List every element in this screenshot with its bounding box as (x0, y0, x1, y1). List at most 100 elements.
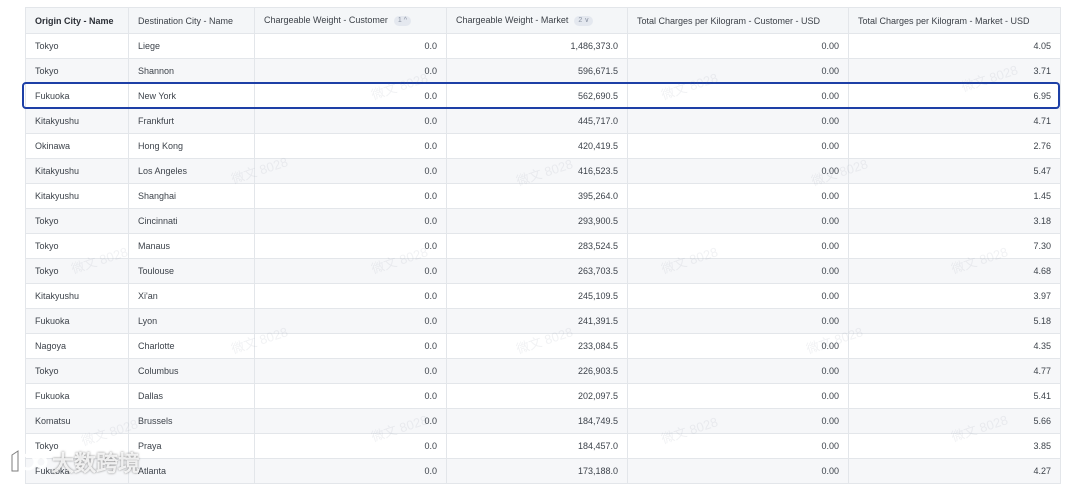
charges-per-kg-market-cell: 4.77 (848, 358, 1061, 384)
origin-city-cell: Komatsu (25, 408, 129, 434)
table-row[interactable]: Fukuoka Dallas 0.0 202,097.5 0.00 5.41 (25, 383, 1061, 409)
chargeable-weight-market-cell: 420,419.5 (446, 133, 628, 159)
table-row[interactable]: Fukuoka Lyon 0.0 241,391.5 0.00 5.18 (25, 308, 1061, 334)
column-header-origin-city[interactable]: Origin City - Name (25, 7, 129, 34)
chargeable-weight-market-cell: 283,524.5 (446, 233, 628, 259)
chargeable-weight-customer-cell: 0.0 (254, 158, 447, 184)
charges-per-kg-market-cell: 4.27 (848, 458, 1061, 484)
chargeable-weight-customer-cell: 0.0 (254, 108, 447, 134)
charges-per-kg-market-cell: 4.05 (848, 33, 1061, 59)
charges-per-kg-market-cell: 5.66 (848, 408, 1061, 434)
origin-city-cell: Tokyo (25, 258, 129, 284)
chargeable-weight-customer-cell: 0.0 (254, 283, 447, 309)
origin-city-cell: Tokyo (25, 33, 129, 59)
table-row[interactable]: Fukuoka New York 0.0 562,690.5 0.00 6.95 (25, 83, 1061, 109)
chargeable-weight-market-cell: 241,391.5 (446, 308, 628, 334)
table-row[interactable]: Tokyo Columbus 0.0 226,903.5 0.00 4.77 (25, 358, 1061, 384)
chargeable-weight-market-cell: 562,690.5 (446, 83, 628, 109)
origin-city-cell: Kitakyushu (25, 108, 129, 134)
charges-per-kg-customer-cell: 0.00 (627, 183, 849, 209)
table-row[interactable]: Tokyo Toulouse 0.0 263,703.5 0.00 4.68 (25, 258, 1061, 284)
charges-per-kg-customer-cell: 0.00 (627, 408, 849, 434)
charges-per-kg-market-cell: 4.35 (848, 333, 1061, 359)
table-row[interactable]: Kitakyushu Xi'an 0.0 245,109.5 0.00 3.97 (25, 283, 1061, 309)
charges-per-kg-customer-cell: 0.00 (627, 233, 849, 259)
table-row[interactable]: Kitakyushu Los Angeles 0.0 416,523.5 0.00 5.4… (25, 158, 1061, 184)
origin-city-cell: Okinawa (25, 133, 129, 159)
column-header-chargeable-weight-market[interactable]: Chargeable Weight - Market 2 ∨ (446, 7, 628, 34)
origin-city-cell: Tokyo (25, 358, 129, 384)
charges-per-kg-market-cell: 7.30 (848, 233, 1061, 259)
charges-per-kg-market-cell: 4.71 (848, 108, 1061, 134)
chargeable-weight-customer-cell: 0.0 (254, 133, 447, 159)
chargeable-weight-market-cell: 233,084.5 (446, 333, 628, 359)
table-row[interactable]: Okinawa Hong Kong 0.0 420,419.5 0.00 2.76 (25, 133, 1061, 159)
sort-indicator-ascending[interactable]: 1 ^ (393, 15, 412, 26)
table-row[interactable]: Tokyo Liege 0.0 1,486,373.0 0.00 4.05 (25, 33, 1061, 59)
chargeable-weight-customer-cell: 0.0 (254, 58, 447, 84)
chargeable-weight-market-cell: 226,903.5 (446, 358, 628, 384)
origin-city-cell: Tokyo (25, 58, 129, 84)
destination-city-cell: Manaus (128, 233, 255, 259)
origin-city-cell: Fukuoka (25, 308, 129, 334)
charges-per-kg-customer-cell: 0.00 (627, 208, 849, 234)
data-table: Origin City - Name Destination City - Na… (25, 7, 1061, 484)
logo-mark-icon (11, 450, 48, 472)
charges-per-kg-market-cell: 2.76 (848, 133, 1061, 159)
sort-indicator-descending[interactable]: 2 ∨ (574, 15, 594, 26)
header-row: Origin City - Name Destination City - Na… (25, 7, 1061, 34)
chargeable-weight-customer-cell: 0.0 (254, 183, 447, 209)
table-row[interactable]: Kitakyushu Shanghai 0.0 395,264.0 0.00 1.45 (25, 183, 1061, 209)
destination-city-cell: Cincinnati (128, 208, 255, 234)
destination-city-cell: Toulouse (128, 258, 255, 284)
column-header-charges-per-kg-market[interactable]: Total Charges per Kilogram - Market - US… (848, 7, 1061, 34)
column-header-chargeable-weight-customer[interactable]: Chargeable Weight - Customer 1 ^ (254, 7, 447, 34)
chargeable-weight-market-cell: 1,486,373.0 (446, 33, 628, 59)
chargeable-weight-customer-cell: 0.0 (254, 383, 447, 409)
charges-per-kg-customer-cell: 0.00 (627, 133, 849, 159)
table-row[interactable]: Tokyo Cincinnati 0.0 293,900.5 0.00 3.18 (25, 208, 1061, 234)
chargeable-weight-customer-cell: 0.0 (254, 408, 447, 434)
charges-per-kg-customer-cell: 0.00 (627, 158, 849, 184)
charges-per-kg-market-cell: 6.95 (848, 83, 1061, 109)
table-row[interactable]: Nagoya Charlotte 0.0 233,084.5 0.00 4.35 (25, 333, 1061, 359)
chargeable-weight-customer-cell: 0.0 (254, 83, 447, 109)
charges-per-kg-customer-cell: 0.00 (627, 58, 849, 84)
data-table-container: Origin City - Name Destination City - Na… (25, 7, 1061, 484)
charges-per-kg-market-cell: 3.18 (848, 208, 1061, 234)
destination-city-cell: Hong Kong (128, 133, 255, 159)
table-body: Tokyo Liege 0.0 1,486,373.0 0.00 4.05 Tokyo Sha… (25, 33, 1061, 484)
destination-city-cell: Dallas (128, 383, 255, 409)
charges-per-kg-customer-cell: 0.00 (627, 83, 849, 109)
chargeable-weight-customer-cell: 0.0 (254, 33, 447, 59)
origin-city-cell: Kitakyushu (25, 183, 129, 209)
charges-per-kg-market-cell: 5.18 (848, 308, 1061, 334)
charges-per-kg-market-cell: 5.47 (848, 158, 1061, 184)
chargeable-weight-customer-cell: 0.0 (254, 208, 447, 234)
brand-logo: 大数跨境 (8, 446, 140, 478)
chargeable-weight-market-cell: 173,188.0 (446, 458, 628, 484)
table-row[interactable]: Kitakyushu Frankfurt 0.0 445,717.0 0.00 4.71 (25, 108, 1061, 134)
charges-per-kg-market-cell: 3.71 (848, 58, 1061, 84)
charges-per-kg-customer-cell: 0.00 (627, 258, 849, 284)
chargeable-weight-market-cell: 395,264.0 (446, 183, 628, 209)
column-header-destination-city[interactable]: Destination City - Name (128, 7, 255, 34)
table-row[interactable]: Komatsu Brussels 0.0 184,749.5 0.00 5.66 (25, 408, 1061, 434)
destination-city-cell: Brussels (128, 408, 255, 434)
origin-city-cell: Tokyo (25, 208, 129, 234)
chargeable-weight-customer-cell: 0.0 (254, 333, 447, 359)
chargeable-weight-customer-cell: 0.0 (254, 433, 447, 459)
destination-city-cell: Frankfurt (128, 108, 255, 134)
table-row[interactable]: Tokyo Praya 0.0 184,457.0 0.00 3.85 (25, 433, 1061, 459)
table-row[interactable]: Fukuoka Atlanta 0.0 173,188.0 0.00 4.27 (25, 458, 1061, 484)
chargeable-weight-customer-cell: 0.0 (254, 233, 447, 259)
table-row[interactable]: Tokyo Shannon 0.0 596,671.5 0.00 3.71 (25, 58, 1061, 84)
chargeable-weight-customer-cell: 0.0 (254, 458, 447, 484)
column-header-charges-per-kg-customer[interactable]: Total Charges per Kilogram - Customer - … (627, 7, 849, 34)
chargeable-weight-market-cell: 596,671.5 (446, 58, 628, 84)
chargeable-weight-customer-cell: 0.0 (254, 308, 447, 334)
table-row[interactable]: Tokyo Manaus 0.0 283,524.5 0.00 7.30 (25, 233, 1061, 259)
destination-city-cell: Los Angeles (128, 158, 255, 184)
chargeable-weight-market-cell: 202,097.5 (446, 383, 628, 409)
charges-per-kg-customer-cell: 0.00 (627, 33, 849, 59)
